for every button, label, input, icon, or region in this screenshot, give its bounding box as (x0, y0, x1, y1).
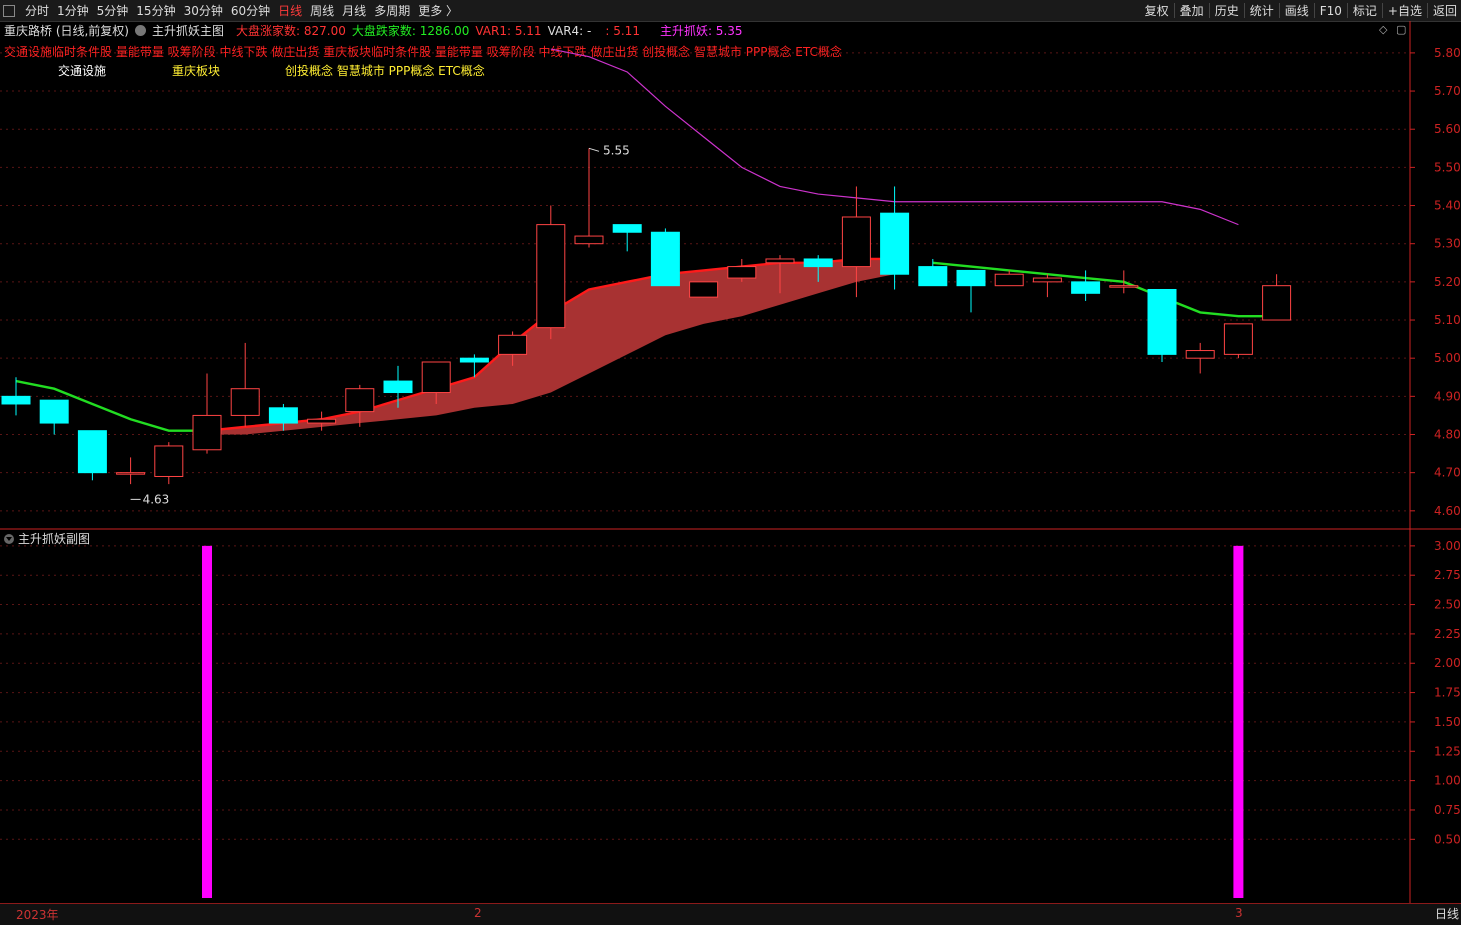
candle-body-up (154, 445, 184, 477)
y-tick-label: 2.75 (1434, 568, 1461, 582)
y-tick-label: 5.50 (1434, 160, 1461, 174)
candle-body-down (612, 224, 642, 233)
candle-body-down (803, 258, 833, 268)
candle-body-up (1185, 350, 1215, 359)
candle-body-up (994, 273, 1024, 287)
candle-body-down (268, 407, 298, 424)
candle-body-up (421, 361, 451, 394)
candle-body-down (956, 269, 986, 287)
candle-body-up (230, 388, 260, 416)
kline-chart[interactable]: 4.60 4.70 4.80 4.90 5.00 5.10 5.20 5.30 5.40 5.50… (0, 0, 1461, 924)
candle-body-down (459, 357, 489, 363)
candle-body-down (880, 212, 910, 275)
y-tick-label: 2.50 (1434, 598, 1461, 612)
y-tick-label: 1.25 (1434, 744, 1461, 758)
candle-body-up (1109, 285, 1139, 288)
y-tick-label: 5.00 (1434, 351, 1461, 365)
candle-body-up (116, 472, 146, 475)
y-tick-label: 5.20 (1434, 275, 1461, 289)
y-tick-label: 3.00 (1434, 539, 1461, 553)
y-tick-label: 1.00 (1434, 774, 1461, 788)
y-tick-label: 5.30 (1434, 237, 1461, 251)
y-tick-label: 2.00 (1434, 656, 1461, 670)
month-label-2: 2 (474, 906, 482, 920)
candle-body-up (192, 414, 222, 451)
month-label-3: 3 (1235, 906, 1243, 920)
y-tick-label: 4.70 (1434, 466, 1461, 480)
y-tick-label: 5.70 (1434, 84, 1461, 98)
candle-body-up (689, 281, 719, 298)
date-axis-bar: 2023年 2 3 日线 (0, 903, 1461, 925)
high-price-label: 5.55 (603, 143, 630, 157)
candle-body-up (765, 258, 795, 264)
candle-body-up (1032, 277, 1062, 283)
candle-body-down (1, 395, 31, 405)
candle-body-down (650, 231, 680, 287)
y-tick-label: 4.80 (1434, 428, 1461, 442)
candle-body-up (498, 334, 528, 355)
candle-body-up (841, 216, 871, 268)
y-tick-label: 5.80 (1434, 46, 1461, 60)
low-price-label: 4.63 (143, 492, 170, 506)
candle-body-down (39, 399, 69, 424)
y-tick-label: 5.10 (1434, 313, 1461, 327)
year-label: 2023年 (16, 908, 59, 922)
candle-body-up (574, 235, 604, 245)
candle-body-down (383, 380, 413, 394)
high-annotation-leader (588, 147, 600, 152)
candle-body-down (77, 430, 107, 474)
y-tick-label: 4.60 (1434, 504, 1461, 518)
signal-bar (1233, 545, 1244, 898)
y-tick-label: 1.75 (1434, 686, 1461, 700)
candle-body-up (1262, 285, 1292, 321)
candle-body-up (536, 224, 566, 329)
candle-body-up (727, 266, 757, 279)
candle-body-down (1147, 288, 1177, 355)
period-button[interactable]: 日线 (1435, 905, 1459, 922)
candle-body-down (1071, 281, 1101, 294)
y-tick-label: 1.50 (1434, 715, 1461, 729)
y-tick-label: 4.90 (1434, 389, 1461, 403)
y-tick-label: 5.40 (1434, 199, 1461, 213)
y-tick-label: 2.25 (1434, 627, 1461, 641)
signal-bar (202, 545, 212, 898)
candle-body-down (918, 266, 948, 287)
candle-body-up (345, 388, 375, 413)
y-tick-label: 0.75 (1434, 803, 1461, 817)
candle-body-up (1223, 323, 1253, 355)
candle-body-up (307, 418, 337, 424)
y-tick-label: 0.50 (1434, 832, 1461, 846)
y-tick-label: 5.60 (1434, 122, 1461, 136)
